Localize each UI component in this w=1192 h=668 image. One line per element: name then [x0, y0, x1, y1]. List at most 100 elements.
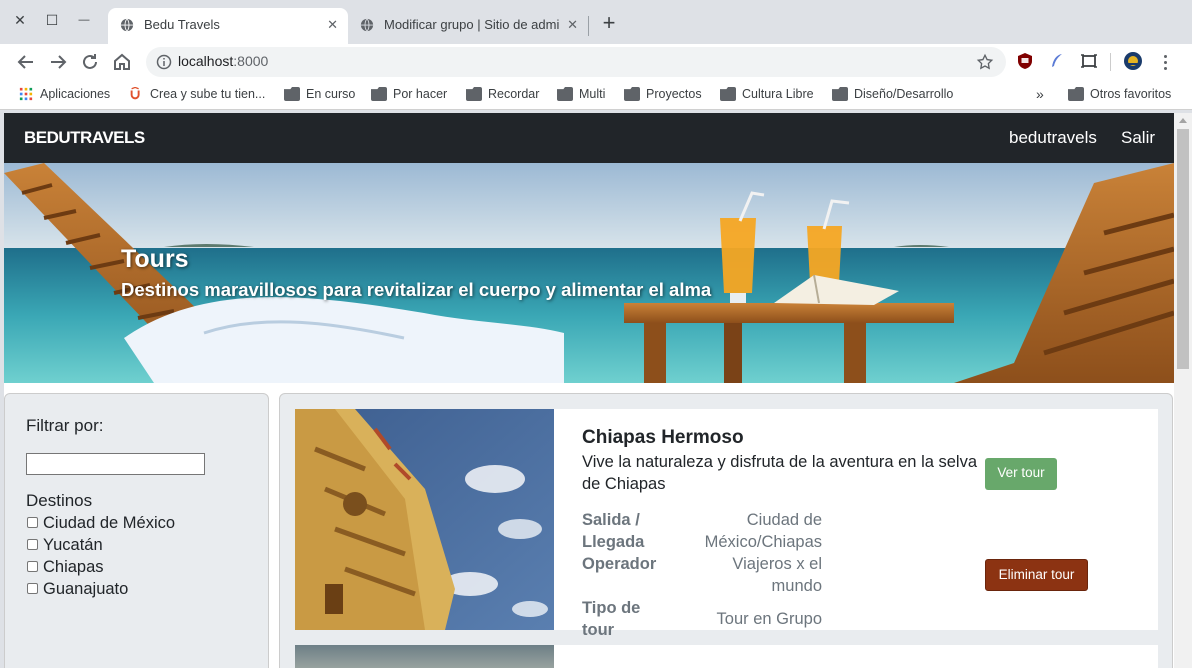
bookmark-label: Proyectos	[646, 87, 702, 101]
folder-icon	[720, 87, 736, 101]
checkbox[interactable]	[27, 583, 38, 594]
toolbar-divider	[1110, 53, 1111, 71]
checkbox-label: Guanajuato	[43, 580, 129, 598]
nav-link-logout[interactable]: Salir	[1121, 128, 1155, 148]
filter-input[interactable]	[26, 453, 205, 475]
detail-value: Tour en Grupo	[716, 610, 822, 628]
detail-row: Operador Viajeros x el mundo	[582, 553, 822, 597]
tours-panel: Chiapas Hermoso Vive la naturaleza y dis…	[279, 393, 1173, 668]
hero-subtitle: Destinos maravillosos para revitalizar e…	[121, 279, 712, 300]
tour-image	[295, 409, 554, 630]
profile-avatar[interactable]	[1123, 51, 1143, 71]
tab-close-icon[interactable]: ✕	[327, 8, 338, 42]
feather-extension-icon[interactable]	[1047, 51, 1067, 71]
tab-title: Modificar grupo | Sitio de administració…	[384, 17, 560, 32]
folder-icon	[371, 87, 387, 101]
bookmark-label: Multi	[579, 87, 606, 101]
bookmark-label: Cultura Libre	[742, 87, 814, 101]
detail-key: Tipo de tour	[582, 599, 641, 639]
detail-value: Viajeros x el mundo	[732, 555, 822, 595]
window-minimize-button[interactable]: —	[74, 10, 94, 30]
tab-separator	[588, 16, 589, 36]
checkbox[interactable]	[27, 561, 38, 572]
bookmark-folder-multi[interactable]: Multi	[557, 86, 605, 104]
detail-value: Ciudad de México/Chiapas	[704, 511, 822, 551]
reload-icon[interactable]	[78, 50, 102, 74]
bookmark-label: Por hacer	[393, 87, 448, 101]
bookmark-folder-proyectos[interactable]: Proyectos	[624, 86, 702, 104]
bookmark-label: En curso	[306, 87, 356, 101]
nav-link-user[interactable]: bedutravels	[1009, 128, 1097, 148]
scroll-up-arrow-icon[interactable]	[1179, 118, 1187, 123]
filter-sidebar: Filtrar por: Destinos Ciudad de México Y…	[4, 393, 269, 668]
chrome-menu-icon[interactable]	[1158, 52, 1174, 72]
folder-icon	[466, 87, 482, 101]
destination-checkbox-chiapas[interactable]: Chiapas	[26, 557, 104, 577]
destination-checkbox-guanajuato[interactable]: Guanajuato	[26, 579, 128, 599]
screen-capture-icon[interactable]	[1079, 51, 1099, 71]
destination-checkbox-cdmx[interactable]: Ciudad de México	[26, 513, 175, 533]
tab-close-icon[interactable]: ✕	[567, 8, 578, 42]
detail-row: Salida / Llegada Ciudad de México/Chiapa…	[582, 509, 822, 553]
home-icon[interactable]	[110, 50, 134, 74]
url-host: localhost	[178, 53, 234, 69]
destinations-label: Destinos	[26, 491, 93, 510]
checkbox[interactable]	[27, 539, 38, 550]
tour-card: Chiapas Hermoso Vive la naturaleza y dis…	[295, 409, 1158, 639]
new-tab-button[interactable]: +	[597, 12, 621, 36]
info-icon[interactable]	[156, 54, 172, 70]
url-text: localhost:8000	[178, 53, 268, 69]
bookmark-folder-recordar[interactable]: Recordar	[466, 86, 539, 104]
view-tour-button[interactable]: Ver tour	[985, 458, 1057, 490]
destination-checkbox-yucatan[interactable]: Yucatán	[26, 535, 103, 555]
tour-image	[295, 645, 554, 668]
tour-details-table: Salida / Llegada Ciudad de México/Chiapa…	[582, 509, 822, 641]
tour-description: Vive la naturaleza y disfruta de la aven…	[582, 453, 978, 493]
window-close-button[interactable]: ✕	[10, 10, 30, 30]
back-arrow-icon[interactable]	[14, 50, 38, 74]
bookmark-crea-y-sube[interactable]: Crea y sube tu tien...	[128, 86, 265, 104]
site-brand[interactable]: BEDUTRAVELS	[24, 128, 145, 148]
bookmark-star-icon[interactable]	[976, 53, 994, 71]
folder-icon	[832, 87, 848, 101]
bookmark-folder-otros-favoritos[interactable]: Otros favoritos	[1068, 86, 1171, 104]
hero-title: Tours	[121, 245, 189, 273]
bookmark-label: Aplicaciones	[40, 87, 111, 101]
detail-key: Salida / Llegada	[582, 511, 645, 551]
folder-icon	[557, 87, 573, 101]
bookmarks-overflow-button[interactable]: »	[1036, 86, 1044, 104]
bookmark-folder-por-hacer[interactable]: Por hacer	[371, 86, 447, 104]
checkbox-label: Ciudad de México	[43, 514, 176, 532]
bookmark-folder-en-curso[interactable]: En curso	[284, 86, 355, 104]
folder-icon	[624, 87, 640, 101]
folder-icon	[284, 87, 300, 101]
bookmark-apps[interactable]: Aplicaciones	[18, 86, 110, 104]
web-page: BEDUTRAVELS bedutravels Salir Tours Dest…	[4, 113, 1174, 668]
address-bar[interactable]: localhost:8000	[146, 47, 1006, 77]
checkbox-label: Chiapas	[43, 558, 104, 576]
bookmarks-bar: Aplicaciones Crea y sube tu tien... En c…	[0, 80, 1192, 110]
bookmark-folder-diseno-desarrollo[interactable]: Diseño/Desarrollo	[832, 86, 953, 104]
scrollbar-thumb[interactable]	[1177, 129, 1189, 369]
folder-icon	[1068, 87, 1084, 101]
forward-arrow-icon[interactable]	[46, 50, 70, 74]
url-port: :8000	[233, 53, 269, 69]
bookmark-folder-cultura-libre[interactable]: Cultura Libre	[720, 86, 814, 104]
delete-tour-button[interactable]: Eliminar tour	[985, 559, 1088, 591]
apps-grid-icon	[19, 87, 33, 101]
tour-card	[295, 645, 1158, 668]
checkbox-label: Yucatán	[43, 536, 103, 554]
cathedral-photo	[295, 409, 554, 630]
page-scrollbar[interactable]	[1174, 113, 1192, 668]
tab-bar: ✕ ☐ — Bedu Travels ✕ Modificar grupo | S…	[0, 0, 1192, 44]
bookmark-label: Crea y sube tu tien...	[150, 87, 266, 101]
ublock-icon[interactable]	[1015, 51, 1035, 71]
checkbox[interactable]	[27, 517, 38, 528]
tab-bedu-travels[interactable]: Bedu Travels ✕	[108, 8, 348, 44]
window-maximize-button[interactable]: ☐	[42, 10, 62, 30]
globe-icon	[120, 18, 134, 32]
tour-title: Chiapas Hermoso	[582, 427, 744, 448]
tab-modificar-grupo[interactable]: Modificar grupo | Sitio de administració…	[348, 8, 588, 44]
globe-icon	[360, 18, 374, 32]
site-navbar: BEDUTRAVELS bedutravels Salir	[4, 113, 1174, 163]
